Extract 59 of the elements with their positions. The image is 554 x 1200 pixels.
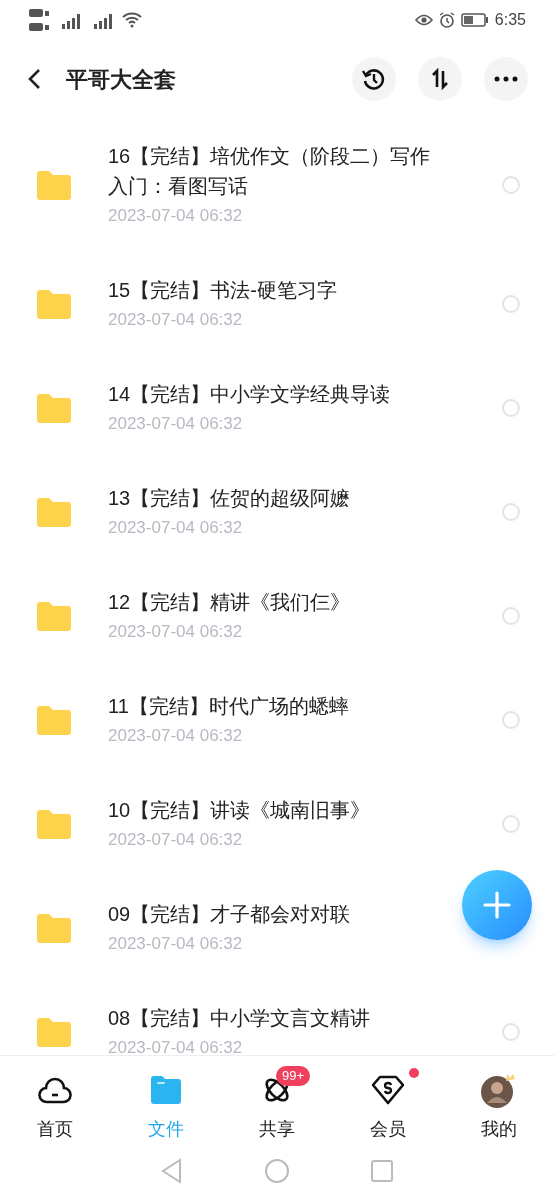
file-name[interactable]: 12【完结】精讲《我们仨》 <box>108 587 448 617</box>
file-name[interactable]: 15【完结】书法-硬笔习字 <box>108 275 448 305</box>
wifi-icon <box>122 12 142 28</box>
select-radio[interactable] <box>502 1023 520 1041</box>
back-nav-icon[interactable] <box>160 1158 184 1184</box>
file-name[interactable]: 13【完结】佐贺的超级阿嬷 <box>108 483 448 513</box>
file-name[interactable]: 09【完结】才子都会对对联 <box>108 899 448 929</box>
folder-icon <box>37 497 71 527</box>
battery-icon <box>460 13 489 27</box>
add-button[interactable] <box>462 870 532 940</box>
sort-button[interactable] <box>418 57 462 101</box>
nav-tab[interactable]: 会员 <box>332 1056 444 1150</box>
file-name[interactable]: 14【完结】中小学文学经典导读 <box>108 379 448 409</box>
file-name[interactable]: 10【完结】讲读《城南旧事》 <box>108 795 448 825</box>
plus-icon <box>483 891 511 919</box>
recents-nav-icon[interactable] <box>370 1159 394 1183</box>
select-radio[interactable] <box>502 711 520 729</box>
folder-icon <box>37 705 71 735</box>
file-name[interactable]: 16【完结】培优作文（阶段二）写作入门：看图写话 <box>108 141 448 201</box>
more-icon <box>494 76 518 82</box>
file-name[interactable]: 11【完结】时代广场的蟋蟀 <box>108 691 448 721</box>
count-badge: 99+ <box>276 1066 311 1086</box>
folder-title: 平哥大全套 <box>66 65 176 94</box>
file-date: 2023-07-04 06:32 <box>108 205 244 227</box>
alarm-icon <box>438 12 455 28</box>
file-date: 2023-07-04 06:32 <box>108 829 244 851</box>
more-button[interactable] <box>484 57 528 101</box>
select-radio[interactable] <box>502 176 520 194</box>
file-date: 2023-07-04 06:32 <box>108 725 244 747</box>
file-date: 2023-07-04 06:32 <box>108 413 244 435</box>
folder-icon <box>37 1017 71 1047</box>
folder-icon <box>37 913 71 943</box>
folder-icon <box>37 809 71 839</box>
history-button[interactable] <box>352 57 396 101</box>
select-radio[interactable] <box>502 815 520 833</box>
history-icon <box>361 66 387 92</box>
file-date: 2023-07-04 06:32 <box>108 1037 244 1055</box>
diamond-s-icon <box>370 1075 405 1105</box>
file-date: 2023-07-04 06:32 <box>108 933 244 955</box>
file-date: 2023-07-04 06:32 <box>108 621 244 643</box>
select-radio[interactable] <box>502 295 520 313</box>
file-date: 2023-07-04 06:32 <box>108 309 244 331</box>
folder-icon <box>37 393 71 423</box>
select-radio[interactable] <box>502 607 520 625</box>
folder-icon <box>37 170 71 200</box>
folder-icon <box>151 1076 182 1104</box>
home-nav-icon[interactable] <box>264 1158 290 1184</box>
folder-icon <box>37 601 71 631</box>
cloud-icon <box>38 1075 73 1105</box>
folder-icon <box>37 289 71 319</box>
status-time: 6:35 <box>494 10 526 30</box>
nav-tab[interactable]: 我的 <box>443 1056 554 1150</box>
select-radio[interactable] <box>502 399 520 417</box>
select-radio[interactable] <box>502 503 520 521</box>
eye-icon <box>414 13 433 27</box>
file-name[interactable]: 08【完结】中小学文言文精讲 <box>108 1003 448 1033</box>
nav-tab[interactable]: 99+ 共享 <box>221 1056 333 1150</box>
file-date: 2023-07-04 06:32 <box>108 517 244 539</box>
nav-tab[interactable]: 首页 <box>0 1056 111 1150</box>
